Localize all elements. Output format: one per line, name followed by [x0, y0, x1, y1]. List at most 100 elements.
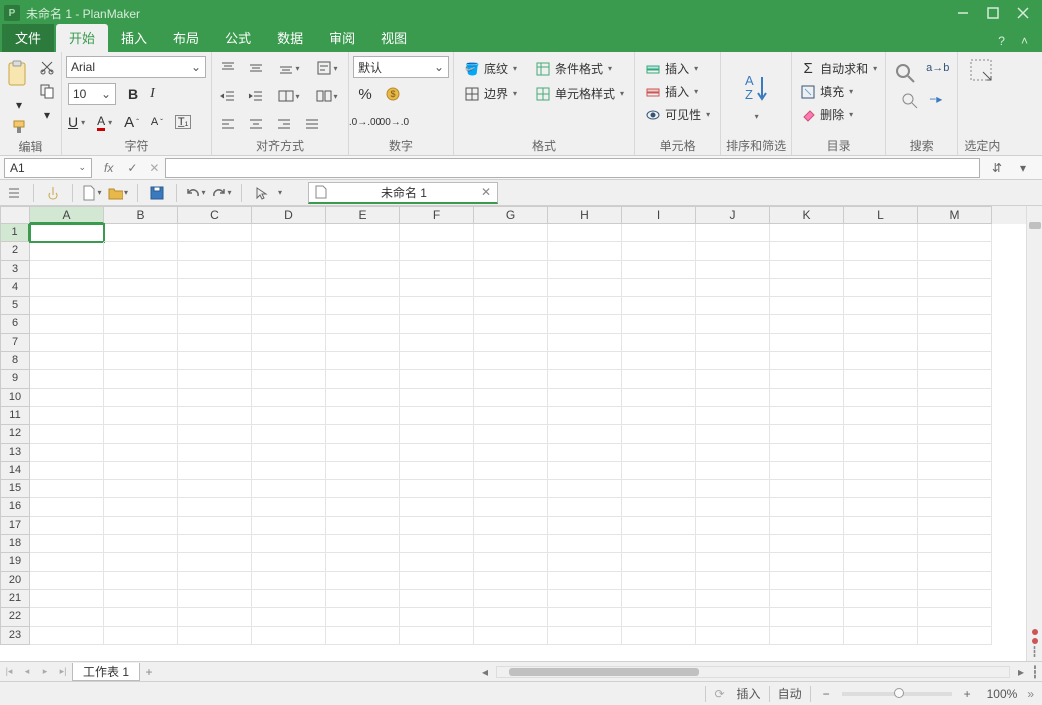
- row-header[interactable]: 22: [0, 608, 30, 626]
- cell[interactable]: [104, 517, 178, 535]
- cell[interactable]: [400, 352, 474, 370]
- cell[interactable]: [326, 334, 400, 352]
- cell[interactable]: [770, 389, 844, 407]
- cell[interactable]: [844, 462, 918, 480]
- cell[interactable]: [696, 315, 770, 333]
- cell[interactable]: [548, 224, 622, 242]
- cell[interactable]: [770, 572, 844, 590]
- font-name-select[interactable]: Arial⌄: [66, 56, 206, 78]
- cell[interactable]: [326, 535, 400, 553]
- cell[interactable]: [104, 498, 178, 516]
- cell[interactable]: [252, 553, 326, 571]
- cell[interactable]: [844, 553, 918, 571]
- cell[interactable]: [178, 480, 252, 498]
- cell[interactable]: [30, 407, 104, 425]
- cell[interactable]: [178, 444, 252, 462]
- row-header[interactable]: 1: [0, 224, 30, 242]
- column-header[interactable]: C: [178, 206, 252, 224]
- cell[interactable]: [918, 535, 992, 553]
- row-header[interactable]: 13: [0, 444, 30, 462]
- cell[interactable]: [252, 425, 326, 443]
- cell[interactable]: [770, 535, 844, 553]
- cell[interactable]: [326, 352, 400, 370]
- cell[interactable]: [326, 553, 400, 571]
- cell[interactable]: [104, 553, 178, 571]
- cell[interactable]: [696, 407, 770, 425]
- align-middle-button[interactable]: [244, 56, 268, 80]
- cell[interactable]: [622, 517, 696, 535]
- cell[interactable]: [30, 242, 104, 260]
- cell[interactable]: [178, 370, 252, 388]
- row-header[interactable]: 4: [0, 279, 30, 297]
- cell[interactable]: [770, 498, 844, 516]
- cell[interactable]: [326, 498, 400, 516]
- cell[interactable]: [918, 572, 992, 590]
- find-button[interactable]: [894, 62, 916, 84]
- vertical-scrollbar[interactable]: ┇: [1026, 206, 1042, 661]
- cell[interactable]: [844, 608, 918, 626]
- cell[interactable]: [30, 444, 104, 462]
- cell[interactable]: [178, 297, 252, 315]
- formula-input[interactable]: [165, 158, 980, 178]
- row-header[interactable]: 7: [0, 334, 30, 352]
- underline-button[interactable]: U▾: [68, 114, 85, 130]
- cell[interactable]: [474, 242, 548, 260]
- cell[interactable]: [104, 572, 178, 590]
- cell[interactable]: [326, 297, 400, 315]
- cell[interactable]: [326, 370, 400, 388]
- scrollbar-thumb[interactable]: [1029, 222, 1041, 229]
- cell[interactable]: [178, 389, 252, 407]
- cell[interactable]: [548, 261, 622, 279]
- cell[interactable]: [844, 407, 918, 425]
- cell[interactable]: [770, 425, 844, 443]
- cell[interactable]: [622, 242, 696, 260]
- cell[interactable]: [30, 279, 104, 297]
- cell[interactable]: [844, 425, 918, 443]
- cell[interactable]: [770, 444, 844, 462]
- menu-review[interactable]: 审阅: [316, 24, 368, 52]
- cell[interactable]: [622, 444, 696, 462]
- fx-label[interactable]: fx: [104, 161, 113, 175]
- cell[interactable]: [548, 462, 622, 480]
- cell[interactable]: [622, 297, 696, 315]
- row-header[interactable]: 16: [0, 498, 30, 516]
- cell[interactable]: [844, 370, 918, 388]
- cell[interactable]: [622, 572, 696, 590]
- cell[interactable]: [474, 535, 548, 553]
- cell[interactable]: [30, 572, 104, 590]
- sheet-tab[interactable]: 工作表 1: [72, 663, 140, 681]
- cell[interactable]: [770, 608, 844, 626]
- document-close-button[interactable]: ✕: [481, 185, 491, 199]
- cell[interactable]: [548, 480, 622, 498]
- cell[interactable]: [252, 444, 326, 462]
- cell[interactable]: [326, 572, 400, 590]
- cell[interactable]: [104, 480, 178, 498]
- cell[interactable]: [696, 444, 770, 462]
- cell[interactable]: [622, 627, 696, 645]
- select-button[interactable]: [969, 58, 995, 137]
- row-header[interactable]: 11: [0, 407, 30, 425]
- cell[interactable]: [104, 315, 178, 333]
- column-header[interactable]: E: [326, 206, 400, 224]
- paste-dropdown[interactable]: ▾: [9, 94, 29, 116]
- cell[interactable]: [474, 224, 548, 242]
- column-header[interactable]: A: [30, 206, 104, 224]
- row-header[interactable]: 2: [0, 242, 30, 260]
- cell[interactable]: [326, 389, 400, 407]
- cell[interactable]: [252, 535, 326, 553]
- cell[interactable]: [918, 370, 992, 388]
- cell[interactable]: [400, 627, 474, 645]
- cell[interactable]: [918, 334, 992, 352]
- qa-list-button[interactable]: [4, 182, 24, 204]
- cell[interactable]: [400, 498, 474, 516]
- cell[interactable]: [622, 407, 696, 425]
- wrap-text-button[interactable]: ▾: [310, 56, 344, 80]
- cell[interactable]: [178, 590, 252, 608]
- copy-button[interactable]: [37, 80, 57, 102]
- cell[interactable]: [474, 444, 548, 462]
- cell[interactable]: [104, 590, 178, 608]
- cell[interactable]: [844, 444, 918, 462]
- sort-filter-button[interactable]: AZ: [735, 62, 777, 112]
- cell[interactable]: [844, 517, 918, 535]
- horizontal-scrollbar[interactable]: [496, 666, 1010, 678]
